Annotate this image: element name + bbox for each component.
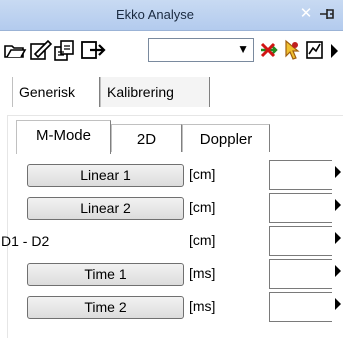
- chevron-down-icon[interactable]: ▼: [237, 42, 249, 56]
- tab-kalibrering[interactable]: Kalibrering: [100, 77, 210, 107]
- analysis-panel: M-Mode 2D Doppler Linear 1 [cm] Linear 2…: [1, 115, 343, 338]
- unit-label: [cm]: [189, 199, 216, 215]
- value-field[interactable]: [269, 259, 332, 289]
- window-title: Ekko Analyse: [115, 7, 195, 22]
- title-bar: Ekko Analyse ✕: [0, 0, 343, 31]
- close-icon[interactable]: ✕: [297, 5, 315, 23]
- measurement-row: Linear 2 [cm]: [8, 193, 343, 227]
- measurement-row: Time 1 [ms]: [8, 259, 343, 293]
- pin-icon[interactable]: [318, 5, 336, 23]
- documents-icon[interactable]: [53, 38, 81, 62]
- tab-kalibrering-label: Kalibrering: [107, 84, 174, 100]
- measurement-row: Time 2 [ms]: [8, 292, 343, 326]
- export-icon[interactable]: [80, 38, 108, 62]
- mode-tab-strip: M-Mode 2D Doppler: [16, 116, 343, 154]
- time-1-button[interactable]: Time 1: [27, 263, 184, 286]
- expand-arrow-icon[interactable]: [335, 265, 341, 277]
- unit-label: [ms]: [189, 265, 216, 281]
- measurement-row: D1 - D2 [cm]: [1, 226, 343, 260]
- time-2-button[interactable]: Time 2: [27, 296, 184, 319]
- d1-d2-label: D1 - D2: [1, 233, 50, 249]
- chart-icon[interactable]: [304, 38, 326, 62]
- unit-label: [ms]: [189, 298, 216, 314]
- tab-m-mode-label: M-Mode: [35, 127, 91, 144]
- delete-icon[interactable]: [258, 38, 280, 62]
- expand-arrow-icon[interactable]: [335, 199, 341, 211]
- unit-label: [cm]: [189, 232, 216, 248]
- expand-arrow-icon[interactable]: [335, 166, 341, 178]
- tab-2d-label: 2D: [136, 131, 157, 148]
- value-field[interactable]: [269, 226, 332, 256]
- edit-document-icon[interactable]: [28, 38, 54, 62]
- more-tools-icon[interactable]: [330, 44, 340, 68]
- expand-arrow-icon[interactable]: [335, 232, 341, 244]
- value-field[interactable]: [269, 160, 332, 190]
- toolbar: ▼: [0, 31, 343, 71]
- linear-1-button[interactable]: Linear 1: [27, 164, 184, 187]
- tab-doppler-label: Doppler: [199, 131, 253, 148]
- toolbar-combo[interactable]: ▼: [148, 38, 254, 62]
- value-field[interactable]: [269, 292, 332, 322]
- unit-label: [cm]: [189, 166, 216, 182]
- open-folder-icon[interactable]: [3, 38, 27, 62]
- expand-arrow-icon[interactable]: [335, 298, 341, 310]
- linear-2-button[interactable]: Linear 2: [27, 197, 184, 220]
- tab-2d[interactable]: 2D: [111, 124, 182, 152]
- measurement-row: Linear 1 [cm]: [8, 160, 343, 194]
- tab-m-mode[interactable]: M-Mode: [16, 120, 111, 154]
- value-field[interactable]: [269, 193, 332, 223]
- tab-generisk[interactable]: Generisk: [12, 77, 100, 107]
- pointer-icon[interactable]: [282, 38, 302, 62]
- tab-doppler[interactable]: Doppler: [182, 124, 270, 152]
- tab-generisk-label: Generisk: [19, 84, 76, 100]
